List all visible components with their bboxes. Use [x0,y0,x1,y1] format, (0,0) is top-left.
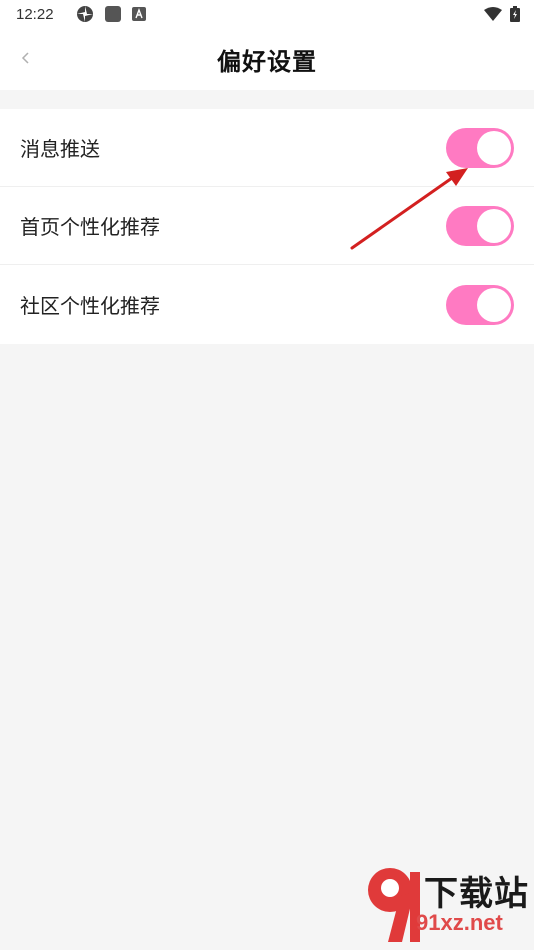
toggle-knob [477,130,511,165]
wifi-icon [484,7,502,21]
page-title: 偏好设置 [217,48,317,76]
setting-row-community-recommend[interactable]: 社区个性化推荐 [0,265,534,344]
setting-label: 社区个性化推荐 [20,296,160,318]
navigation-bar: 偏好设置 [0,28,534,90]
status-left-icons [76,5,146,23]
toggle-knob [477,208,511,243]
battery-icon [510,6,520,22]
back-button[interactable] [12,44,40,72]
chevron-left-icon [21,52,29,64]
watermark-logo [368,868,420,942]
status-bar: 12:22 [0,0,534,28]
watermark-brand: 下载站 [424,875,529,913]
square-app-icon [104,6,121,22]
pinwheel-icon [76,6,93,22]
a-app-icon [131,7,146,21]
community-recommend-toggle[interactable] [446,284,514,325]
watermark: 下载站 91xz.net [362,862,534,950]
watermark-url: 91xz.net [416,910,503,935]
setting-label: 消息推送 [20,139,100,161]
annotation-arrow [350,168,468,250]
status-time: 12:22 [16,5,54,23]
toggle-knob [477,287,511,322]
